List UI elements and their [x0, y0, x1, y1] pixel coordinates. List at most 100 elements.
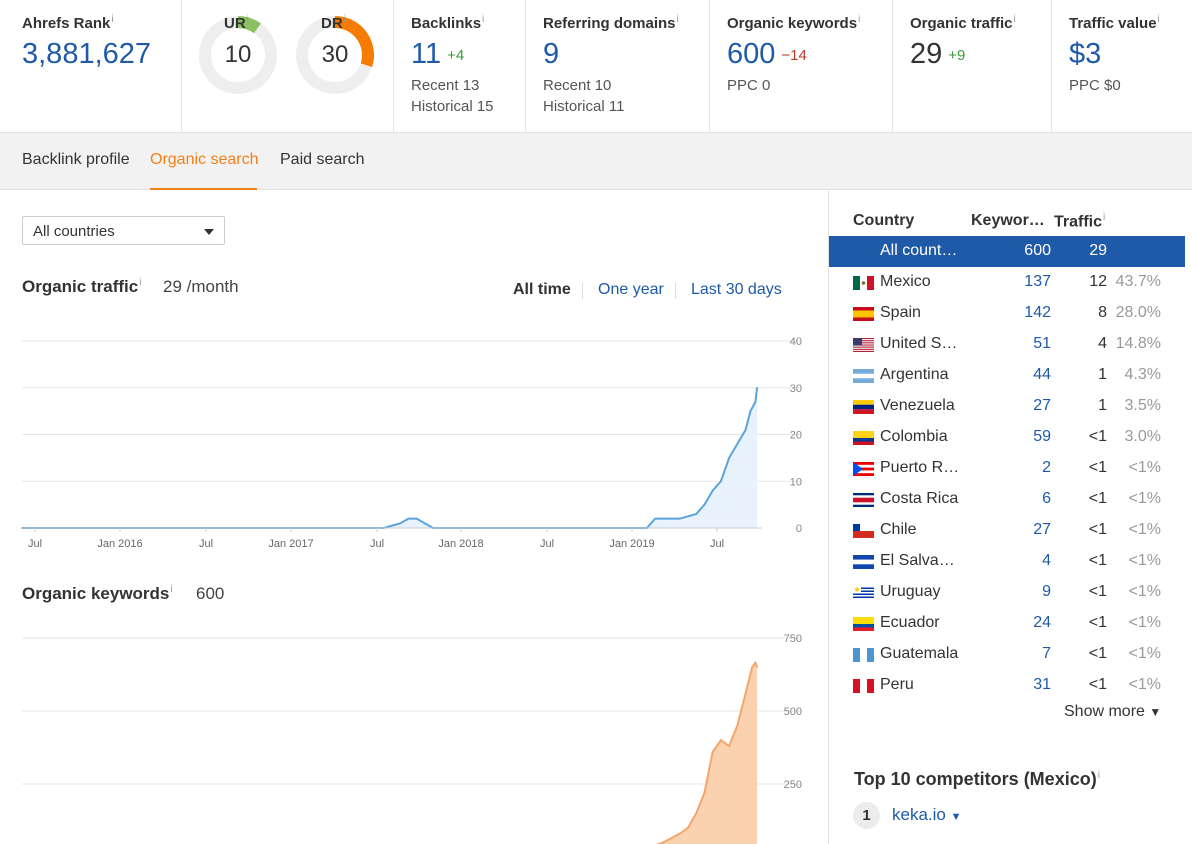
- ahrefs-rank-value: 3,881,627: [22, 38, 152, 70]
- country-name: Puerto R…: [880, 459, 960, 476]
- country-select[interactable]: All countries: [22, 216, 225, 245]
- info-icon[interactable]: i: [1103, 212, 1105, 223]
- country-traffic-share: 3.5%: [1124, 397, 1161, 414]
- y-tick-label: 20: [790, 430, 802, 442]
- data-point: [424, 522, 426, 525]
- country-keywords[interactable]: 27: [991, 397, 1051, 415]
- country-traffic-share: <1%: [1128, 552, 1161, 569]
- country-row-mexico[interactable]: Mexico 137 12 43.7%: [829, 267, 1185, 298]
- data-point: [695, 812, 698, 814]
- country-row-usa[interactable]: United S… 51 4 14.8%: [829, 329, 1185, 360]
- range-all-time[interactable]: All time: [513, 281, 571, 299]
- country-traffic-share: <1%: [1128, 459, 1161, 476]
- organic-keywords-value[interactable]: 600 −14: [727, 38, 807, 71]
- info-icon[interactable]: i: [139, 277, 141, 288]
- country-traffic-share: <1%: [1128, 614, 1161, 631]
- x-tick-label: Jul: [370, 538, 384, 550]
- caret-down-icon[interactable]: ▼: [951, 811, 962, 823]
- costa-rica-flag-icon: [853, 493, 874, 507]
- country-row-guatemala[interactable]: Guatemala 7 <1 <1%: [829, 639, 1185, 670]
- country-keywords[interactable]: 142: [991, 304, 1051, 322]
- country-row-costa-rica[interactable]: Costa Rica 6 <1 <1%: [829, 484, 1185, 515]
- uruguay-flag-icon: [853, 586, 874, 600]
- metric-backlinks: Backlinksi 11 +4 Recent 13 Historical 15: [394, 0, 526, 133]
- range-one-year[interactable]: One year: [598, 281, 664, 299]
- country-row-all[interactable]: All count… 600 29: [829, 236, 1185, 267]
- country-keywords[interactable]: 137: [991, 273, 1051, 291]
- country-row-venezuela[interactable]: Venezuela 27 1 3.5%: [829, 391, 1185, 422]
- data-point: [756, 386, 758, 389]
- country-keywords[interactable]: 2: [991, 459, 1051, 477]
- data-point: [415, 517, 418, 520]
- info-icon[interactable]: i: [677, 14, 679, 25]
- info-icon[interactable]: i: [111, 14, 113, 25]
- info-icon[interactable]: i: [1014, 14, 1016, 25]
- country-name: Colombia: [880, 428, 948, 445]
- backlinks-recent: Recent 13: [411, 77, 480, 94]
- backlinks-value[interactable]: 11 +4: [411, 38, 464, 71]
- y-tick-label: 750: [784, 633, 802, 645]
- country-row-puerto-rico[interactable]: Puerto R… 2 <1 <1%: [829, 453, 1185, 484]
- x-tick-label: Jul: [199, 538, 213, 550]
- info-icon[interactable]: i: [858, 14, 860, 25]
- info-icon[interactable]: i: [1158, 14, 1160, 25]
- show-more-button[interactable]: Show more ▼: [1064, 703, 1161, 721]
- country-row-argentina[interactable]: Argentina 44 1 4.3%: [829, 360, 1185, 391]
- country-row-ecuador[interactable]: Ecuador 24 <1 <1%: [829, 608, 1185, 639]
- country-keywords[interactable]: 9: [991, 583, 1051, 601]
- backlinks-delta: +4: [447, 46, 465, 64]
- country-row-uruguay[interactable]: Uruguay 9 <1 <1%: [829, 577, 1185, 608]
- country-name: Argentina: [880, 366, 949, 383]
- data-point: [662, 517, 665, 520]
- country-row-peru[interactable]: Peru 31 <1 <1%: [829, 670, 1185, 701]
- col-header-country[interactable]: Country: [853, 212, 914, 230]
- argentina-flag-icon: [853, 369, 874, 383]
- info-icon[interactable]: i: [344, 14, 346, 25]
- country-traffic-share: 14.8%: [1115, 335, 1161, 352]
- tab-organic-search[interactable]: Organic search: [150, 151, 259, 169]
- country-name: Ecuador: [880, 614, 940, 631]
- country-name: El Salva…: [880, 552, 955, 569]
- country-row-spain[interactable]: Spain 142 8 28.0%: [829, 298, 1185, 329]
- organic-traffic-title: Organic traffici: [22, 277, 142, 296]
- country-name: Spain: [880, 304, 921, 321]
- country-keywords[interactable]: 7: [991, 645, 1051, 663]
- puerto-rico-flag-icon: [853, 462, 874, 476]
- country-keywords[interactable]: 4: [991, 552, 1051, 570]
- competitor-link[interactable]: keka.io ▼: [892, 805, 962, 825]
- country-keywords[interactable]: 24: [991, 614, 1051, 632]
- referring-domains-value[interactable]: 9: [543, 38, 559, 71]
- mexico-flag-icon: [853, 276, 874, 290]
- country-traffic-share: <1%: [1128, 645, 1161, 662]
- info-icon[interactable]: i: [170, 584, 172, 595]
- chile-flag-icon: [853, 524, 874, 538]
- data-point: [736, 443, 739, 445]
- data-point: [687, 827, 689, 829]
- range-last-30-days[interactable]: Last 30 days: [691, 281, 782, 299]
- tab-paid-search[interactable]: Paid search: [280, 151, 365, 169]
- country-keywords[interactable]: 600: [991, 242, 1051, 260]
- country-traffic-share: 28.0%: [1115, 304, 1161, 321]
- country-keywords[interactable]: 6: [991, 490, 1051, 508]
- info-icon[interactable]: i: [482, 14, 484, 25]
- col-header-keywords[interactable]: Keywor…: [971, 212, 1045, 230]
- ecuador-flag-icon: [853, 617, 874, 631]
- country-keywords[interactable]: 31: [991, 676, 1051, 694]
- country-row-colombia[interactable]: Colombia 59 <1 3.0%: [829, 422, 1185, 453]
- country-row-chile[interactable]: Chile 27 <1 <1%: [829, 515, 1185, 546]
- country-keywords[interactable]: 27: [991, 521, 1051, 539]
- series-area: [658, 662, 758, 844]
- tab-backlink-profile[interactable]: Backlink profile: [22, 151, 130, 169]
- data-point: [720, 480, 722, 483]
- country-keywords[interactable]: 51: [991, 335, 1051, 353]
- country-row-el-salvador[interactable]: El Salva… 4 <1 <1%: [829, 546, 1185, 577]
- info-icon[interactable]: i: [1098, 770, 1100, 781]
- guatemala-flag-icon: [853, 648, 874, 662]
- referring-domains-historical: Historical 11: [543, 98, 625, 115]
- ur-label: URi: [224, 14, 249, 32]
- country-keywords[interactable]: 44: [991, 366, 1051, 384]
- country-keywords[interactable]: 59: [991, 428, 1051, 446]
- col-header-traffic[interactable]: Traffici: [1054, 212, 1105, 231]
- info-icon[interactable]: i: [247, 14, 249, 25]
- x-tick-label: Jul: [28, 538, 42, 550]
